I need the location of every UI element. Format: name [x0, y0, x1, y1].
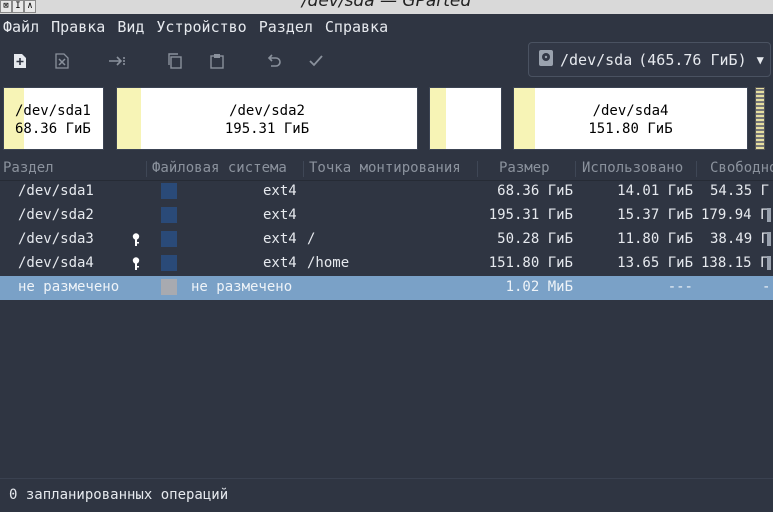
- paste-icon[interactable]: [206, 50, 228, 72]
- column-separator[interactable]: [146, 161, 147, 177]
- copy-icon[interactable]: [164, 50, 186, 72]
- cell-partition: /dev/sda4: [18, 255, 94, 271]
- cell-filesystem: не размечено: [191, 279, 293, 295]
- window-title: /dev/sda — GParted: [301, 0, 472, 11]
- cell-size: 151.80 ГиБ: [488, 255, 573, 271]
- diskmap-partition-name: /dev/sda4: [592, 103, 669, 119]
- new-partition-icon[interactable]: [9, 50, 31, 72]
- cell-filesystem: ext4: [263, 207, 297, 223]
- key-icon: [131, 233, 141, 251]
- menu-file[interactable]: Файл: [0, 14, 46, 40]
- cell-partition: /dev/sda3: [18, 231, 94, 247]
- cell-filesystem: ext4: [263, 183, 297, 199]
- column-header-free[interactable]: Свободно: [710, 160, 773, 176]
- device-size: (465.76 ГиБ): [638, 50, 747, 69]
- diskmap-partition-name: /dev/sda1: [15, 103, 91, 119]
- column-header-mountpoint[interactable]: Точка монтирования: [309, 160, 461, 176]
- filesystem-color-swatch: [161, 183, 177, 199]
- diskmap-partition-sda4[interactable]: /dev/sda4 151.80 ГиБ: [513, 87, 748, 150]
- table-row-selected[interactable]: не размечено не размечено 1.02 МиБ --- -: [0, 276, 773, 300]
- column-separator[interactable]: [477, 161, 478, 177]
- device-name: /dev/sda: [560, 50, 633, 69]
- table-row[interactable]: /dev/sda2 ext4 195.31 ГиБ 15.37 ГиБ 179.…: [0, 204, 773, 228]
- table-row[interactable]: /dev/sda1 ext4 68.36 ГиБ 14.01 ГиБ 54.35…: [0, 180, 773, 204]
- cell-used: 14.01 ГиБ: [617, 183, 693, 199]
- menu-edit[interactable]: Правка: [46, 14, 112, 40]
- cell-partition: /dev/sda1: [18, 183, 94, 199]
- diskmap-partition-size: 195.31 ГиБ: [224, 121, 310, 137]
- menu-partition[interactable]: Раздел: [254, 14, 320, 40]
- cell-size: 195.31 ГиБ: [488, 207, 573, 223]
- apply-checkmark-icon[interactable]: [305, 50, 327, 72]
- filesystem-color-swatch: [161, 279, 177, 295]
- cell-used: 13.65 ГиБ: [617, 255, 693, 271]
- disk-map: /dev/sda1 68.36 ГиБ /dev/sda2 195.31 ГиБ…: [0, 82, 773, 156]
- undo-icon[interactable]: [263, 50, 285, 72]
- table-row[interactable]: /dev/sda3 ext4 / 50.28 ГиБ 11.80 ГиБ 38.…: [0, 228, 773, 252]
- cell-free: 54.35 Г: [710, 183, 770, 199]
- cell-partition: /dev/sda2: [18, 207, 94, 223]
- harddisk-icon: [538, 49, 554, 71]
- resize-move-icon[interactable]: [107, 50, 129, 72]
- cell-free: 179.94 Г: [701, 207, 769, 223]
- cell-free: 38.49 Г: [710, 231, 770, 247]
- menubar: Файл Правка Вид Устройство Раздел Справк…: [0, 14, 773, 40]
- menu-view[interactable]: Вид: [112, 14, 151, 40]
- chevron-down-icon: ▼: [756, 52, 764, 67]
- column-separator[interactable]: [303, 161, 304, 177]
- table-header: Раздел Файловая система Точка монтирован…: [0, 158, 773, 181]
- device-selector[interactable]: /dev/sda (465.76 ГиБ) ▼: [528, 42, 771, 77]
- cell-mountpoint: /home: [307, 255, 350, 271]
- diskmap-partition-sda3[interactable]: [429, 87, 502, 150]
- column-separator[interactable]: [575, 161, 576, 177]
- vertical-scrollbar[interactable]: [767, 180, 772, 300]
- diskmap-partition-sda1[interactable]: /dev/sda1 68.36 ГиБ: [3, 87, 104, 150]
- cell-mountpoint: /: [307, 231, 316, 247]
- scrollbar-thumb[interactable]: [767, 232, 771, 246]
- cell-filesystem: ext4: [263, 231, 297, 247]
- cell-filesystem: ext4: [263, 255, 297, 271]
- status-bar: 0 запланированных операций: [0, 478, 773, 512]
- cell-used: 15.37 ГиБ: [617, 207, 693, 223]
- cell-size: 1.02 МиБ: [505, 279, 573, 295]
- column-header-partition[interactable]: Раздел: [3, 160, 54, 176]
- cell-size: 50.28 ГиБ: [497, 231, 573, 247]
- column-header-size[interactable]: Размер: [499, 160, 550, 176]
- pending-operations-status: 0 запланированных операций: [9, 487, 229, 503]
- diskmap-partition-name: /dev/sda2: [229, 103, 305, 119]
- cell-used: ---: [667, 279, 693, 295]
- delete-icon[interactable]: [51, 50, 73, 72]
- column-header-used[interactable]: Использовано: [582, 160, 683, 176]
- table-row[interactable]: /dev/sda4 ext4 /home 151.80 ГиБ 13.65 Ги…: [0, 252, 773, 276]
- diskmap-partition-size: 68.36 ГиБ: [15, 121, 91, 137]
- menu-help[interactable]: Справка: [320, 14, 395, 40]
- cell-free: 138.15 Г: [701, 255, 769, 271]
- column-header-filesystem[interactable]: Файловая система: [152, 160, 287, 176]
- key-icon: [131, 257, 141, 275]
- column-separator[interactable]: [696, 161, 697, 177]
- cell-used: 11.80 ГиБ: [617, 231, 693, 247]
- scrollbar-thumb[interactable]: [767, 256, 771, 270]
- diskmap-partition-sda2[interactable]: /dev/sda2 195.31 ГиБ: [116, 87, 418, 150]
- diskmap-unallocated[interactable]: [755, 87, 765, 150]
- cell-size: 68.36 ГиБ: [497, 183, 573, 199]
- cell-partition: не размечено: [18, 279, 120, 295]
- diskmap-partition-size: 151.80 ГиБ: [588, 121, 673, 137]
- menu-device[interactable]: Устройство: [151, 14, 253, 40]
- filesystem-color-swatch: [161, 207, 177, 223]
- scrollbar-thumb[interactable]: [767, 208, 771, 222]
- filesystem-color-swatch: [161, 255, 177, 271]
- diskmap-used-bar: [430, 88, 447, 149]
- filesystem-color-swatch: [161, 231, 177, 247]
- partition-table: /dev/sda1 ext4 68.36 ГиБ 14.01 ГиБ 54.35…: [0, 180, 773, 300]
- window-titlebar: ⊠ I ∧ /dev/sda — GParted: [0, 0, 773, 14]
